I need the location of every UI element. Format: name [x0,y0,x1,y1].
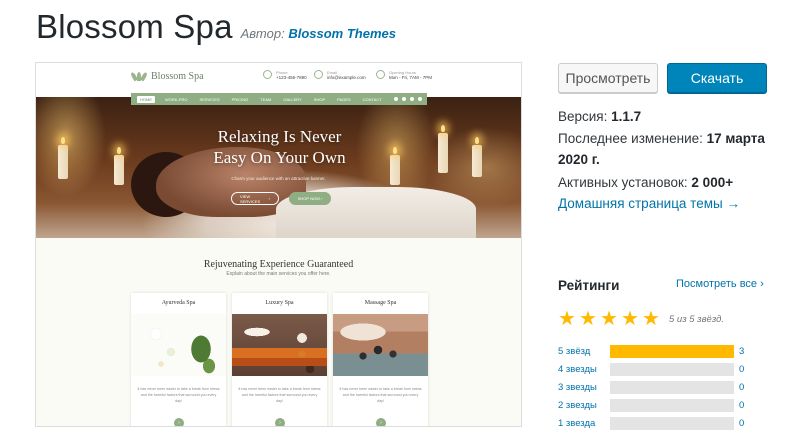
see-all-ratings-link[interactable]: Посмотреть все › [676,278,764,290]
last-updated-info: Последнее изменение: 17 марта 2020 г. [558,131,765,167]
site-logo: Blossom Spa [130,71,204,82]
author-prefix: Автор: [240,26,285,41]
hero-title: Relaxing Is Never Easy On Your Own [213,127,346,167]
hero-subtitle: Charm your audience with an attractive b… [231,176,326,181]
rating-row-count: 3 [739,345,745,357]
rating-row-count: 0 [739,381,745,393]
site-nav-item: Gallery [283,96,302,102]
contact-value: info@example.com [327,75,366,80]
rating-stars: ★ ★ ★ ★ ★ 5 из 5 звёзд. [558,308,725,330]
site-nav-item: Shop [313,96,326,102]
star-icon: ★ [621,308,639,330]
rating-row[interactable]: 3 звезды 0 [558,380,748,394]
rating-row-label[interactable]: 3 звезды [558,382,610,393]
theme-author: Автор: Blossom Themes [241,26,396,41]
rating-row-count: 0 [739,363,745,375]
rating-row-count: 0 [739,399,745,411]
service-card: Massage Spa It has never been easier to … [333,293,428,426]
site-nav-item: Pricing [231,96,249,102]
active-installs-info: Активных установок: 2 000+ [558,175,734,190]
clock-icon [376,70,385,79]
site-nav-item: Services [199,96,220,102]
service-card-title: Ayurveda Spa [161,300,196,306]
contact-phone: Phone +123-456-7890 [263,70,307,80]
site-nav-item: Pages [337,96,351,102]
rating-bar [610,380,734,394]
installs-value: 2 000+ [691,175,734,190]
site-nav: Home Work-Pro Services Pricing Team Gall… [131,93,427,105]
service-card: Luxury Spa It has never been easier to t… [232,293,327,426]
arrow-icon: › [376,418,386,426]
contact-value: +123-456-7890 [276,75,307,80]
rating-bar [610,416,734,430]
ratings-heading: Рейтинги [558,278,620,293]
hero-shop-now-button: Shop Now › [289,192,331,205]
theme-title: Blossom Spa [36,8,233,45]
rating-bar [610,398,734,412]
rating-summary: 5 из 5 звёзд. [669,313,725,325]
site-logo-text: Blossom Spa [151,71,204,82]
rating-row-label[interactable]: 2 звезды [558,400,610,411]
theme-screenshot[interactable]: Blossom Spa Phone +123-456-7890 Email info… [35,62,522,427]
arrow-icon: › [174,418,184,426]
download-button[interactable]: Скачать [667,63,767,93]
star-icon: ★ [642,308,660,330]
lotus-icon [130,71,148,82]
theme-homepage-link[interactable]: Домашняя страница темы → [558,196,740,211]
site-nav-item: Contact [362,96,382,102]
social-icons [393,97,428,101]
contact-email: Email info@example.com [314,70,366,80]
version-value: 1.1.7 [611,109,642,124]
rating-row[interactable]: 1 звезда 0 [558,416,748,430]
site-topbar: Blossom Spa Phone +123-456-7890 Email info… [36,63,521,93]
service-card: Ayurveda Spa It has never been easier to… [131,293,226,426]
rating-row[interactable]: 4 звезды 0 [558,362,748,376]
phone-icon [263,70,272,79]
contact-hours: Opening Hours Mon - Fri, 7AM - 7PM [376,70,432,80]
updated-date: 17 марта [706,131,765,146]
services-subtitle: Explain about the main services you offe… [226,271,331,277]
rating-row-label[interactable]: 1 звезда [558,418,610,429]
rating-row[interactable]: 5 звёзд 3 [558,344,748,358]
service-card-image [333,314,428,376]
service-card-text: It has never been easier to take a break… [238,387,321,403]
service-card-text: It has never been easier to take a break… [339,387,422,403]
site-hero: Relaxing Is Never Easy On Your Own Charm… [36,97,521,242]
rating-row-label[interactable]: 5 звёзд [558,346,610,357]
rating-bar [610,344,734,358]
site-services: Rejuvenating Experience Guaranteed Expla… [36,238,521,426]
version-info: Версия: 1.1.7 [558,109,642,124]
service-card-text: It has never been easier to take a break… [137,387,220,403]
updated-year: 2020 г. [558,152,600,167]
service-card-image [131,314,226,376]
arrow-icon: › [275,418,285,426]
site-nav-item: Team [260,96,272,102]
service-card-image [232,314,327,376]
contact-value: Mon - Fri, 7AM - 7PM [389,75,433,80]
rating-row-count: 0 [739,417,745,429]
site-nav-item: Work-Pro [165,96,188,102]
star-icon: ★ [579,308,597,330]
services-title: Rejuvenating Experience Guaranteed [203,259,354,270]
email-icon [314,70,323,79]
chevron-right-icon: › [760,278,764,290]
rating-bar-fill [610,344,734,358]
rating-row-label[interactable]: 4 звезды [558,364,610,375]
star-icon: ★ [558,308,576,330]
theme-header: Blossom Spa Автор: Blossom Themes [36,8,396,46]
service-card-title: Massage Spa [364,300,397,306]
author-link[interactable]: Blossom Themes [288,26,396,41]
rating-row[interactable]: 2 звезды 0 [558,398,748,412]
hero-view-services-button: View Services › [231,192,279,205]
preview-button[interactable]: Просмотреть [558,63,658,93]
site-nav-item: Home [137,95,155,103]
service-card-title: Luxury Spa [265,300,294,306]
rating-bar [610,362,734,376]
star-icon: ★ [600,308,618,330]
